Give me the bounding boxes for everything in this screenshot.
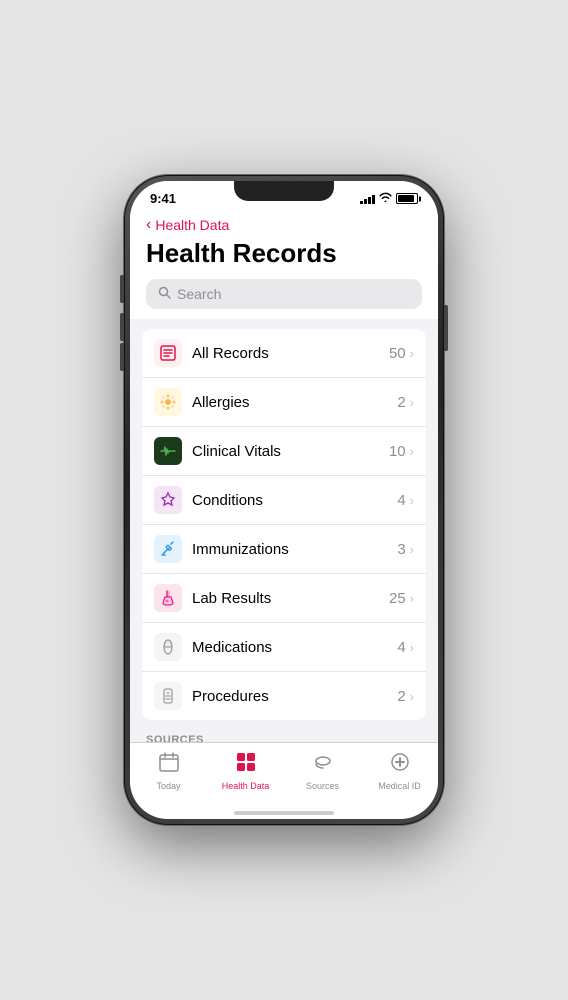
wifi-icon xyxy=(379,192,392,205)
allergies-icon xyxy=(154,388,182,416)
lab-label: Lab Results xyxy=(192,590,389,607)
signal-icon xyxy=(360,194,375,204)
procedures-icon xyxy=(154,682,182,710)
all-records-count: 50 xyxy=(389,345,406,362)
medical-id-icon xyxy=(389,751,411,779)
header-section: ‹ Health Data Health Records Search xyxy=(130,210,438,319)
list-item[interactable]: Clinical Vitals 10 › xyxy=(142,427,426,476)
immunizations-label: Immunizations xyxy=(192,541,397,558)
status-icons xyxy=(360,192,418,205)
procedures-count: 2 xyxy=(397,688,405,705)
allergies-chevron: › xyxy=(410,395,414,410)
content-scroll[interactable]: ‹ Health Data Health Records Search xyxy=(130,210,438,742)
list-item[interactable]: Conditions 4 › xyxy=(142,476,426,525)
immunizations-chevron: › xyxy=(410,542,414,557)
battery-icon xyxy=(396,193,418,204)
home-indicator xyxy=(234,811,334,815)
conditions-count: 4 xyxy=(397,492,405,509)
procedures-chevron: › xyxy=(410,689,414,704)
medications-icon xyxy=(154,633,182,661)
status-time: 9:41 xyxy=(150,191,176,206)
list-item[interactable]: Medications 4 › xyxy=(142,623,426,672)
tab-sources-label: Sources xyxy=(306,781,339,791)
lab-chevron: › xyxy=(410,591,414,606)
list-item[interactable]: Allergies 2 › xyxy=(142,378,426,427)
medications-count: 4 xyxy=(397,639,405,656)
back-label: Health Data xyxy=(155,217,229,233)
page-title: Health Records xyxy=(146,238,422,269)
tab-today-label: Today xyxy=(156,781,180,791)
search-placeholder: Search xyxy=(177,286,221,302)
list-item[interactable]: Lab Results 25 › xyxy=(142,574,426,623)
conditions-chevron: › xyxy=(410,493,414,508)
procedures-label: Procedures xyxy=(192,688,397,705)
tab-medical-id[interactable]: Medical ID xyxy=(370,751,430,791)
sources-header: SOURCES xyxy=(130,720,438,742)
immunizations-count: 3 xyxy=(397,541,405,558)
vitals-chevron: › xyxy=(410,444,414,459)
allergies-count: 2 xyxy=(397,394,405,411)
tab-sources[interactable]: Sources xyxy=(293,751,353,791)
sources-icon xyxy=(312,751,334,779)
lab-icon xyxy=(154,584,182,612)
vitals-icon xyxy=(154,437,182,465)
all-records-label: All Records xyxy=(192,345,389,362)
back-button[interactable]: ‹ Health Data xyxy=(146,216,422,234)
list-item[interactable]: All Records 50 › xyxy=(142,329,426,378)
notch xyxy=(234,181,334,201)
tab-bar: Today Health Data xyxy=(130,742,438,811)
tab-health-data-label: Health Data xyxy=(222,781,270,791)
lab-count: 25 xyxy=(389,590,406,607)
search-icon xyxy=(158,286,171,302)
bottom-area: Today Health Data xyxy=(130,742,438,819)
back-chevron-icon: ‹ xyxy=(146,216,151,234)
conditions-icon xyxy=(154,486,182,514)
vitals-label: Clinical Vitals xyxy=(192,443,389,460)
all-records-chevron: › xyxy=(410,346,414,361)
vitals-count: 10 xyxy=(389,443,406,460)
list-item[interactable]: Immunizations 3 › xyxy=(142,525,426,574)
medications-label: Medications xyxy=(192,639,397,656)
today-icon xyxy=(158,751,180,779)
phone-frame: 9:41 xyxy=(124,175,444,825)
allergies-label: Allergies xyxy=(192,394,397,411)
search-bar[interactable]: Search xyxy=(146,279,422,309)
tab-health-data[interactable]: Health Data xyxy=(216,751,276,791)
records-list: All Records 50 › xyxy=(142,329,426,720)
immunizations-icon xyxy=(154,535,182,563)
health-data-icon xyxy=(235,751,257,779)
conditions-label: Conditions xyxy=(192,492,397,509)
all-records-icon xyxy=(154,339,182,367)
medications-chevron: › xyxy=(410,640,414,655)
tab-today[interactable]: Today xyxy=(139,751,199,791)
tab-medical-id-label: Medical ID xyxy=(378,781,421,791)
list-item[interactable]: Procedures 2 › xyxy=(142,672,426,720)
phone-screen: 9:41 xyxy=(130,181,438,819)
